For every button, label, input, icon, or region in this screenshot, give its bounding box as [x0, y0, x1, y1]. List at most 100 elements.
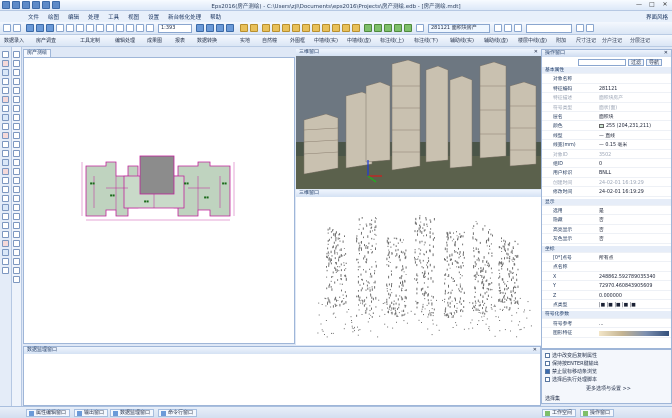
- property-value[interactable]: BNLL: [599, 170, 669, 177]
- option-enter-output[interactable]: 保持按ENTER键输出: [545, 360, 599, 367]
- close-button[interactable]: ✕: [660, 1, 670, 9]
- draw-tool-icon[interactable]: [13, 87, 20, 94]
- layer-code-select[interactable]: 281121 面积块房产: [428, 24, 490, 33]
- property-value[interactable]: 24-02-01 16:19:29: [599, 180, 669, 187]
- property-value[interactable]: 72970.460843905609: [599, 283, 669, 290]
- tab-workspace[interactable]: 工作空间: [542, 409, 577, 417]
- draw-tool-icon[interactable]: [13, 249, 20, 256]
- arc-icon[interactable]: [2, 114, 9, 121]
- property-row[interactable]: 点名称: [542, 264, 671, 272]
- property-row[interactable]: 用户标识 BNLL: [542, 170, 671, 178]
- property-value[interactable]: 所有点: [599, 255, 669, 262]
- close-icon[interactable]: ✕: [534, 49, 538, 56]
- property-value[interactable]: 24-02-01 16:19:29: [599, 189, 669, 196]
- draw-tool-icon[interactable]: [13, 267, 20, 274]
- color-icon[interactable]: [2, 249, 9, 256]
- draw-tool-icon[interactable]: [13, 60, 20, 67]
- property-value[interactable]: 是: [599, 208, 669, 215]
- draw-tool-icon[interactable]: [13, 132, 20, 139]
- move-icon[interactable]: [312, 24, 320, 32]
- property-value[interactable]: 面积块: [599, 114, 669, 121]
- cmd-tool-custom[interactable]: 工具定制: [80, 37, 100, 44]
- cmd-attach[interactable]: 附加: [556, 37, 566, 44]
- cmd-label-bottom[interactable]: 标注线(下): [414, 37, 438, 44]
- property-row[interactable]: 选用 是: [542, 208, 671, 216]
- draw-tool-icon[interactable]: [13, 177, 20, 184]
- symbol-icon[interactable]: [2, 159, 9, 166]
- pointer-icon[interactable]: [2, 87, 9, 94]
- measure-icon[interactable]: [96, 24, 104, 32]
- line-icon[interactable]: [2, 96, 9, 103]
- checkbox[interactable]: [545, 353, 550, 358]
- property-value[interactable]: 0: [599, 161, 669, 168]
- draw-tool-icon[interactable]: [13, 150, 20, 157]
- tab-operation[interactable]: 操作窗口: [580, 409, 615, 417]
- pen-icon[interactable]: [2, 78, 9, 85]
- trash-icon[interactable]: [2, 258, 9, 265]
- menu-edit[interactable]: 编辑: [68, 13, 79, 21]
- property-section[interactable]: 符号化参数: [542, 311, 671, 319]
- measure-icon[interactable]: [2, 168, 9, 175]
- cmd-data-entry[interactable]: 数据录入: [4, 37, 24, 44]
- zoom-all-icon[interactable]: [66, 24, 74, 32]
- property-filter-input[interactable]: [578, 59, 626, 66]
- camera-icon[interactable]: [394, 24, 402, 32]
- property-value[interactable]: 281121: [599, 86, 669, 93]
- texture-icon[interactable]: [384, 24, 392, 32]
- option-copy-attrs[interactable]: 选中改变后复制属性: [545, 352, 597, 359]
- property-row[interactable]: 特征描述 面积块房产: [542, 95, 671, 103]
- property-value[interactable]: |■ |■ |■ |■ |■: [599, 302, 669, 309]
- tab-command-line[interactable]: 命令行窗口: [158, 409, 198, 417]
- draw-tool-icon[interactable]: [13, 141, 20, 148]
- circle-icon[interactable]: [2, 123, 9, 130]
- table-icon[interactable]: [504, 24, 512, 32]
- close-icon[interactable]: ✕: [533, 347, 537, 354]
- property-row[interactable]: 组ID 0: [542, 161, 671, 169]
- config-icon[interactable]: [576, 24, 584, 32]
- checkbox[interactable]: [545, 377, 550, 382]
- option-no-mouse-browse[interactable]: 禁止鼠标移动条浏览: [545, 368, 597, 375]
- filter-button[interactable]: 过滤: [628, 59, 645, 66]
- maximize-button[interactable]: □: [647, 1, 657, 9]
- node-icon[interactable]: [2, 186, 9, 193]
- draw-tool-icon[interactable]: [13, 105, 20, 112]
- cmd-house-survey[interactable]: 房产调査: [36, 37, 56, 44]
- property-row[interactable]: 创建时间 24-02-01 16:19:29: [542, 180, 671, 188]
- layer-icon[interactable]: [2, 213, 9, 220]
- light-icon[interactable]: [404, 24, 412, 32]
- property-row[interactable]: [0*]点号 所有点: [542, 255, 671, 263]
- draw-tool-icon[interactable]: [13, 159, 20, 166]
- menu-ledger[interactable]: 新台帐化处理: [168, 13, 201, 21]
- draw-tool-icon[interactable]: [13, 51, 20, 58]
- angle-icon[interactable]: [2, 177, 9, 184]
- view-pointcloud[interactable]: 三维窗口: [296, 190, 541, 345]
- zoom-out-icon[interactable]: [46, 24, 54, 32]
- property-row[interactable]: 灰色显示 否: [542, 236, 671, 244]
- menu-process[interactable]: 处理: [88, 13, 99, 21]
- cmd-unit-note[interactable]: 分户注记: [602, 37, 622, 44]
- window-2-icon[interactable]: [206, 24, 214, 32]
- cmd-aux-solid[interactable]: 辅助线(实): [450, 37, 474, 44]
- property-row[interactable]: 点类型 |■ |■ |■ |■ |■: [542, 302, 671, 310]
- property-row[interactable]: 对象ID 3502: [542, 152, 671, 159]
- delete-icon[interactable]: [302, 24, 310, 32]
- menu-draw[interactable]: 绘图: [48, 13, 59, 21]
- property-value[interactable]: ...: [599, 321, 669, 328]
- property-row[interactable]: 层名 面积块: [542, 114, 671, 122]
- trim-icon[interactable]: [352, 24, 360, 32]
- cmd-data-convert[interactable]: 数据转换: [197, 37, 217, 44]
- zoom-window-icon[interactable]: [56, 24, 64, 32]
- property-section[interactable]: 基本属性: [542, 67, 671, 75]
- property-value[interactable]: 否: [599, 236, 669, 243]
- property-section[interactable]: 显示: [542, 198, 671, 206]
- cmd-natural-building[interactable]: 自然幢: [262, 37, 277, 44]
- pan-icon[interactable]: [26, 24, 34, 32]
- property-section[interactable]: 坐标: [542, 245, 671, 253]
- cmd-aux-dashed[interactable]: 辅助线(虚): [484, 37, 508, 44]
- text-icon[interactable]: [2, 141, 9, 148]
- property-row[interactable]: 高亮显示 否: [542, 227, 671, 235]
- window-1-icon[interactable]: [196, 24, 204, 32]
- nav-button[interactable]: 导航: [646, 59, 663, 66]
- cmd-dim-note[interactable]: 尺寸注记: [576, 37, 596, 44]
- property-row[interactable]: 修改时间 24-02-01 16:19:29: [542, 189, 671, 197]
